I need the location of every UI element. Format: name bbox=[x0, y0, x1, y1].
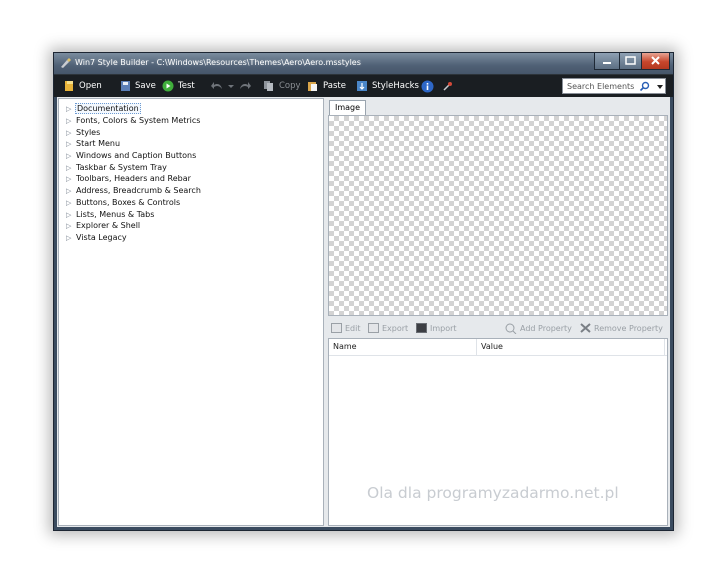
watermark-text: Ola dla programyzadarmo.net.pl bbox=[367, 484, 619, 502]
expand-arrow-icon[interactable]: ▷ bbox=[66, 129, 75, 137]
tree-item[interactable]: ▷ Start Menu bbox=[66, 138, 121, 149]
close-icon bbox=[651, 56, 660, 65]
app-window: Win7 Style Builder - C:\Windows\Resource… bbox=[53, 52, 674, 531]
image-preview bbox=[328, 115, 668, 316]
paste-button[interactable]: Paste bbox=[307, 78, 346, 94]
redo-icon bbox=[240, 82, 251, 89]
expand-arrow-icon[interactable]: ▷ bbox=[66, 222, 75, 230]
tree-item[interactable]: ▷ Windows and Caption Buttons bbox=[66, 150, 197, 161]
content-area: ▷ Documentation ▷ Fonts, Colors & System M… bbox=[57, 97, 670, 527]
undo-button[interactable] bbox=[210, 78, 228, 94]
copy-label: Copy bbox=[279, 81, 301, 91]
column-header-value[interactable]: Value bbox=[477, 339, 665, 355]
tools-button[interactable] bbox=[442, 78, 458, 94]
main-toolbar: Open Save Test Copy Paste StyleHacks Sea… bbox=[54, 74, 673, 97]
column-header-name[interactable]: Name bbox=[329, 339, 477, 355]
maximize-icon bbox=[625, 56, 636, 65]
undo-icon bbox=[211, 82, 222, 89]
copy-icon bbox=[264, 81, 273, 91]
stylehacks-icon bbox=[357, 81, 367, 91]
remove-property-button[interactable]: Remove Property bbox=[580, 322, 663, 334]
tree-item[interactable]: ▷ Explorer & Shell bbox=[66, 220, 141, 231]
expand-arrow-icon[interactable]: ▷ bbox=[66, 140, 75, 148]
chevron-down-icon[interactable] bbox=[656, 83, 664, 91]
search-box[interactable]: Search Elements bbox=[562, 78, 666, 94]
tree-item[interactable]: ▷ Lists, Menus & Tabs bbox=[66, 209, 155, 220]
expand-arrow-icon[interactable]: ▷ bbox=[66, 187, 75, 195]
export-button[interactable]: Export bbox=[368, 322, 408, 334]
search-input[interactable]: Search Elements bbox=[567, 82, 634, 91]
add-property-icon bbox=[505, 323, 517, 334]
paste-icon bbox=[308, 82, 317, 91]
close-button[interactable] bbox=[641, 53, 670, 70]
edit-label: Edit bbox=[345, 323, 361, 333]
expand-arrow-icon[interactable]: ▷ bbox=[66, 164, 75, 172]
header-divider bbox=[329, 355, 667, 356]
export-label: Export bbox=[382, 323, 409, 333]
chevron-down-icon bbox=[228, 85, 234, 88]
copy-button[interactable]: Copy bbox=[263, 78, 301, 94]
expand-arrow-icon[interactable]: ▷ bbox=[66, 117, 75, 125]
expand-arrow-icon[interactable]: ▷ bbox=[66, 234, 75, 242]
add-property-label: Add Property bbox=[520, 323, 572, 333]
import-button[interactable]: Import bbox=[416, 322, 457, 334]
save-button[interactable]: Save bbox=[120, 78, 156, 94]
tree-item[interactable]: ▷ Vista Legacy bbox=[66, 232, 128, 243]
about-button[interactable] bbox=[421, 78, 438, 94]
title-bar[interactable]: Win7 Style Builder - C:\Windows\Resource… bbox=[54, 53, 673, 74]
element-tree[interactable]: ▷ Documentation ▷ Fonts, Colors & System M… bbox=[58, 98, 324, 526]
window-title: Win7 Style Builder - C:\Windows\Resource… bbox=[75, 58, 361, 67]
tree-item[interactable]: ▷ Fonts, Colors & System Metrics bbox=[66, 115, 201, 126]
tree-item[interactable]: ▷ Styles bbox=[66, 127, 101, 138]
open-icon bbox=[65, 81, 73, 91]
stylehacks-button[interactable]: StyleHacks bbox=[356, 78, 419, 94]
expand-arrow-icon[interactable]: ▷ bbox=[66, 211, 75, 219]
edit-icon bbox=[331, 323, 342, 333]
play-icon bbox=[162, 80, 174, 92]
tree-item[interactable]: ▷ Address, Breadcrumb & Search bbox=[66, 185, 202, 196]
tree-item[interactable]: ▷ Documentation bbox=[66, 103, 141, 114]
open-label: Open bbox=[79, 81, 102, 91]
paste-label: Paste bbox=[323, 81, 346, 91]
export-icon bbox=[368, 323, 379, 333]
minimize-icon bbox=[603, 62, 611, 64]
expand-arrow-icon[interactable]: ▷ bbox=[66, 105, 75, 113]
tab-image[interactable]: Image bbox=[329, 100, 367, 115]
save-icon bbox=[121, 81, 130, 91]
import-label: Import bbox=[430, 323, 457, 333]
pin-tool-icon bbox=[443, 82, 452, 91]
stylehacks-label: StyleHacks bbox=[372, 81, 419, 91]
remove-icon bbox=[580, 323, 591, 333]
open-button[interactable]: Open bbox=[64, 78, 102, 94]
test-label: Test bbox=[178, 81, 195, 91]
search-icon[interactable] bbox=[639, 81, 650, 92]
tree-item[interactable]: ▷ Buttons, Boxes & Controls bbox=[66, 197, 181, 208]
remove-property-label: Remove Property bbox=[594, 323, 663, 333]
app-icon bbox=[61, 58, 71, 68]
expand-arrow-icon[interactable]: ▷ bbox=[66, 152, 75, 160]
add-property-button[interactable]: Add Property bbox=[505, 322, 572, 334]
redo-button[interactable] bbox=[238, 78, 256, 94]
tree-item[interactable]: ▷ Toolbars, Headers and Rebar bbox=[66, 173, 192, 184]
edit-button[interactable]: Edit bbox=[331, 322, 361, 334]
test-button[interactable]: Test bbox=[162, 78, 195, 94]
expand-arrow-icon[interactable]: ▷ bbox=[66, 199, 75, 207]
minimize-button[interactable] bbox=[594, 53, 620, 70]
import-icon bbox=[416, 323, 427, 333]
expand-arrow-icon[interactable]: ▷ bbox=[66, 175, 75, 183]
info-icon bbox=[421, 80, 434, 92]
save-label: Save bbox=[135, 81, 156, 91]
maximize-button[interactable] bbox=[619, 53, 642, 70]
tree-item[interactable]: ▷ Taskbar & System Tray bbox=[66, 162, 168, 173]
